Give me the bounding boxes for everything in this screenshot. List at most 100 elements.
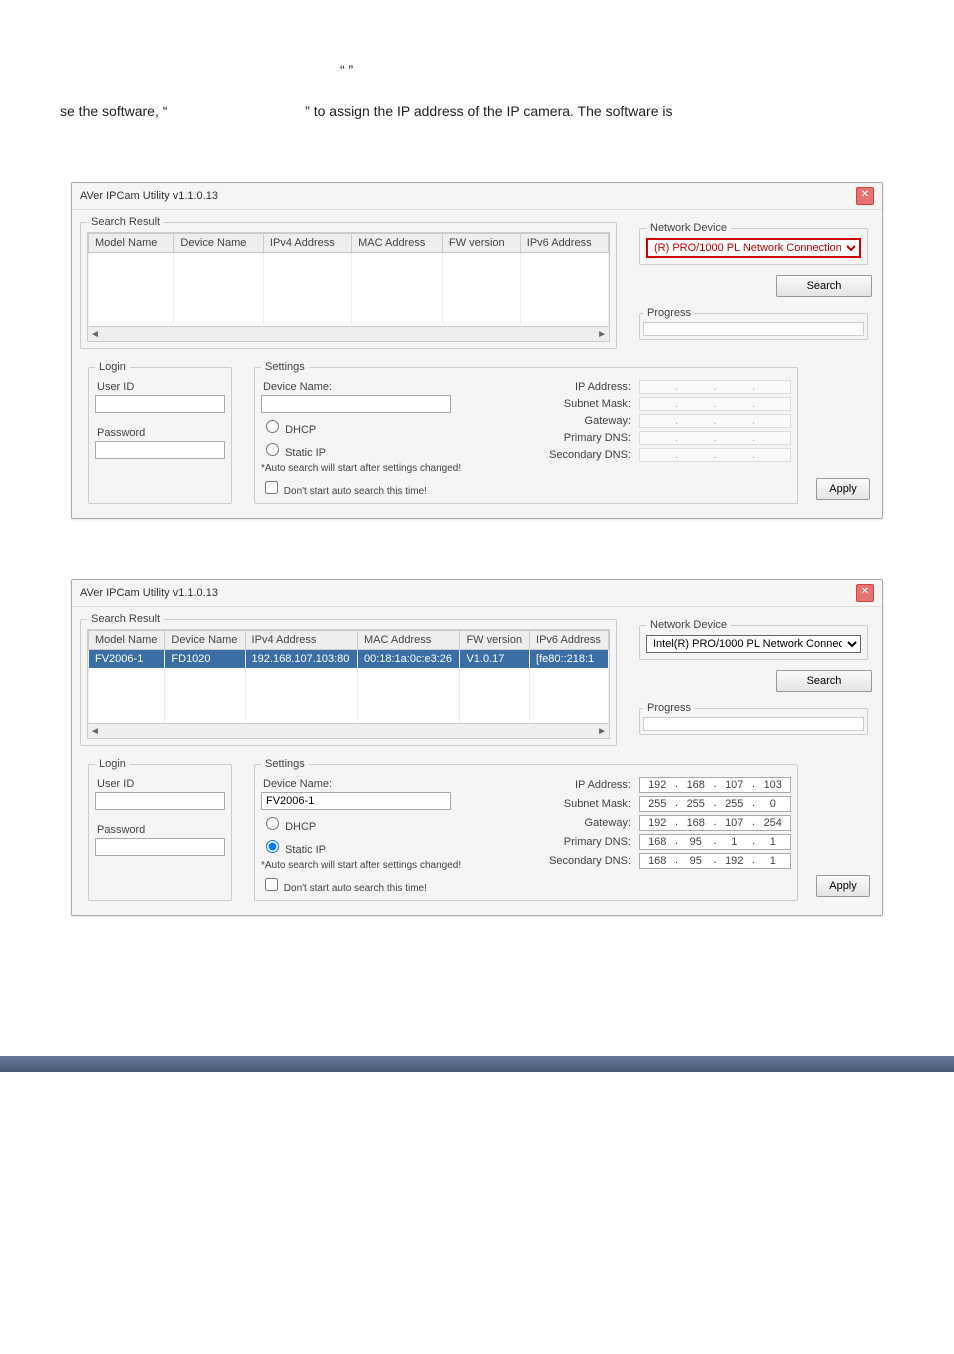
user-id-label: User ID: [97, 778, 225, 790]
table-row: [89, 253, 609, 272]
settings-group: Settings Device Name: DHCP Static IP *Au…: [254, 758, 798, 901]
network-device-select[interactable]: Intel(R) PRO/1000 PL Network Connec: [646, 635, 861, 653]
static-radio[interactable]: [266, 840, 279, 853]
col-ipv4[interactable]: IPv4 Address: [245, 631, 357, 650]
network-device-select[interactable]: (R) PRO/1000 PL Network Connection: [646, 238, 861, 258]
sdns-input[interactable]: 168.95.192.1: [639, 853, 791, 869]
user-id-input[interactable]: [95, 395, 225, 413]
col-ipv6[interactable]: IPv6 Address: [530, 631, 609, 650]
table-row: [89, 668, 609, 686]
ip-address-input[interactable]: 192.168.107.103: [639, 777, 791, 793]
results-table[interactable]: Model Name Device Name IPv4 Address MAC …: [87, 629, 610, 739]
intro-line2-suffix: ” to assign the IP address of the IP cam…: [305, 103, 672, 119]
network-device-group: Network Device (R) PRO/1000 PL Network C…: [639, 222, 868, 265]
close-icon[interactable]: ✕: [856, 584, 874, 602]
pdns-label: Primary DNS:: [541, 432, 631, 444]
col-ipv6[interactable]: IPv6 Address: [520, 234, 608, 253]
no-auto-search-label: Don't start auto search this time!: [284, 883, 427, 894]
user-id-input[interactable]: [95, 792, 225, 810]
auto-search-note: *Auto search will start after settings c…: [261, 860, 521, 871]
subnet-label: Subnet Mask:: [541, 798, 631, 810]
intro-quote-marks: “ ”: [340, 60, 894, 81]
table-row: [89, 271, 609, 289]
search-result-group: Search Result Model Name Device Name IPv…: [80, 216, 617, 349]
device-name-label: Device Name:: [263, 778, 521, 790]
ip-address-label: IP Address:: [541, 381, 631, 393]
progress-bar: [643, 717, 864, 731]
password-label: Password: [97, 427, 225, 439]
network-device-group: Network Device Intel(R) PRO/1000 PL Netw…: [639, 619, 868, 660]
col-ipv4[interactable]: IPv4 Address: [263, 234, 351, 253]
gateway-input[interactable]: ...: [639, 414, 791, 428]
login-legend: Login: [95, 361, 130, 373]
device-name-label: Device Name:: [263, 381, 521, 393]
no-auto-search-checkbox[interactable]: [265, 878, 278, 891]
password-label: Password: [97, 824, 225, 836]
pdns-input[interactable]: ...: [639, 431, 791, 445]
col-mac[interactable]: MAC Address: [352, 234, 443, 253]
ip-address-input[interactable]: ...: [639, 380, 791, 394]
pdns-input[interactable]: 168.95.1.1: [639, 834, 791, 850]
ipcam-utility-window-2: AVer IPCam Utility v1.1.0.13 ✕ Search Re…: [71, 579, 883, 916]
search-result-group: Search Result Model Name Device Name IPv…: [80, 613, 617, 746]
col-fw[interactable]: FW version: [460, 631, 530, 650]
login-legend: Login: [95, 758, 130, 770]
results-table[interactable]: Model Name Device Name IPv4 Address MAC …: [87, 232, 610, 342]
subnet-label: Subnet Mask:: [541, 398, 631, 410]
search-result-legend: Search Result: [87, 216, 164, 228]
static-label: Static IP: [285, 844, 326, 856]
password-input[interactable]: [95, 441, 225, 459]
dhcp-label: DHCP: [285, 424, 316, 436]
subnet-input[interactable]: ...: [639, 397, 791, 411]
ipcam-utility-window-1: AVer IPCam Utility v1.1.0.13 ✕ Search Re…: [71, 182, 883, 519]
gateway-input[interactable]: 192.168.107.254: [639, 815, 791, 831]
sdns-label: Secondary DNS:: [541, 855, 631, 867]
close-icon[interactable]: ✕: [856, 187, 874, 205]
page-footer-bar: [0, 1056, 954, 1072]
search-result-legend: Search Result: [87, 613, 164, 625]
device-name-input[interactable]: [261, 792, 451, 810]
sdns-input[interactable]: ...: [639, 448, 791, 462]
settings-group: Settings Device Name: DHCP Static IP *Au…: [254, 361, 798, 504]
table-row: [89, 686, 609, 704]
progress-group: Progress: [639, 307, 868, 340]
col-device[interactable]: Device Name: [165, 631, 245, 650]
device-name-input[interactable]: [261, 395, 451, 413]
static-radio[interactable]: [266, 443, 279, 456]
col-fw[interactable]: FW version: [443, 234, 521, 253]
no-auto-search-label: Don't start auto search this time!: [284, 486, 427, 497]
user-id-label: User ID: [97, 381, 225, 393]
col-device[interactable]: Device Name: [174, 234, 264, 253]
col-model[interactable]: Model Name: [89, 631, 165, 650]
network-device-legend: Network Device: [646, 619, 731, 631]
gateway-label: Gateway:: [541, 817, 631, 829]
password-input[interactable]: [95, 838, 225, 856]
table-row: [89, 289, 609, 307]
intro-line2-prefix: se the software, “: [60, 103, 167, 119]
subnet-input[interactable]: 255.255.255.0: [639, 796, 791, 812]
apply-button[interactable]: Apply: [816, 875, 870, 897]
col-model[interactable]: Model Name: [89, 234, 174, 253]
search-button[interactable]: Search: [776, 275, 872, 297]
h-scrollbar[interactable]: ◄►: [88, 326, 609, 341]
apply-button[interactable]: Apply: [816, 478, 870, 500]
sdns-label: Secondary DNS:: [541, 449, 631, 461]
no-auto-search-checkbox[interactable]: [265, 481, 278, 494]
table-row[interactable]: FV2006-1 FD1020 192.168.107.103:80 00:18…: [89, 650, 609, 669]
progress-legend: Progress: [643, 702, 695, 714]
login-group: Login User ID Password: [88, 361, 232, 504]
h-scrollbar[interactable]: ◄►: [88, 723, 609, 738]
table-row: [89, 704, 609, 722]
dhcp-radio[interactable]: [266, 420, 279, 433]
dhcp-radio[interactable]: [266, 817, 279, 830]
network-device-legend: Network Device: [646, 222, 731, 234]
table-row: [89, 307, 609, 325]
progress-group: Progress: [639, 702, 868, 735]
progress-legend: Progress: [643, 307, 695, 319]
window1-title: AVer IPCam Utility v1.1.0.13: [80, 190, 218, 202]
search-button[interactable]: Search: [776, 670, 872, 692]
gateway-label: Gateway:: [541, 415, 631, 427]
pdns-label: Primary DNS:: [541, 836, 631, 848]
dhcp-label: DHCP: [285, 821, 316, 833]
col-mac[interactable]: MAC Address: [357, 631, 459, 650]
